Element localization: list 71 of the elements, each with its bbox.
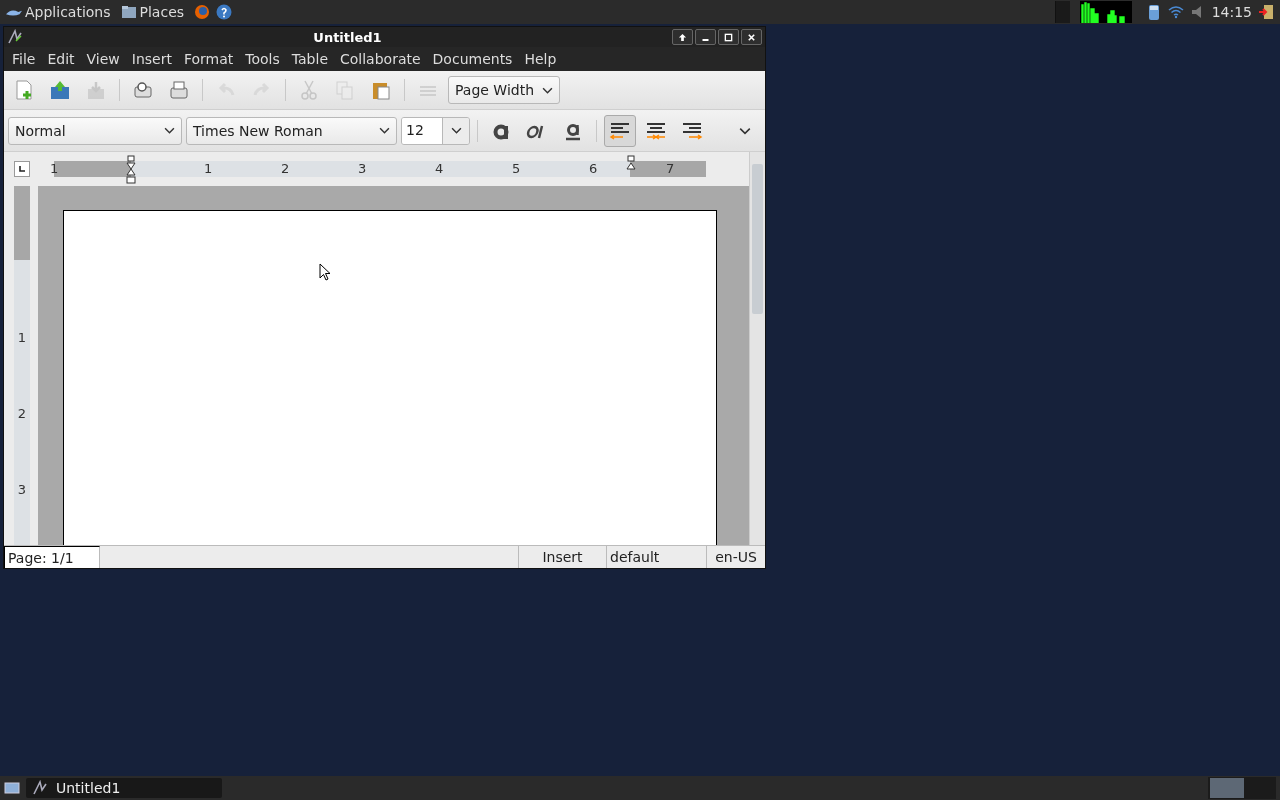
cpu-graph [1079, 1, 1132, 23]
indent-marker-icon[interactable] [126, 155, 136, 185]
menu-item[interactable]: Documents [426, 51, 519, 67]
menu-item[interactable]: Applications [6, 4, 111, 20]
app-logo-icon [32, 780, 48, 796]
workspace-pager[interactable] [1208, 777, 1276, 799]
ruler-number: 2 [17, 406, 27, 422]
font-dropdown[interactable]: Times New Roman [186, 116, 397, 145]
ruler-number: 1 [50, 161, 60, 177]
wifi-icon [1167, 4, 1184, 20]
language: en-US [714, 548, 758, 567]
ruler-number: 4 [435, 161, 445, 177]
window-title: Untitled1 [312, 29, 383, 45]
overflow-caret-icon[interactable] [739, 126, 751, 135]
maximize-button[interactable] [718, 29, 739, 45]
menu-item[interactable]: Collaborate [334, 51, 427, 67]
ruler-number: 1 [204, 161, 214, 177]
new-document-icon [13, 79, 35, 101]
clock: 14:15 [1211, 4, 1252, 20]
menu-item[interactable]: Help [518, 51, 563, 67]
menu-item[interactable]: View [80, 51, 126, 67]
menu-item[interactable]: Insert [125, 51, 178, 67]
ruler-number: 7 [666, 161, 676, 177]
menu-item[interactable]: File [6, 51, 42, 67]
caret-icon [164, 127, 175, 134]
raise-button[interactable] [672, 29, 693, 45]
browser-icon[interactable] [194, 4, 211, 20]
align-left-button[interactable] [604, 114, 636, 147]
menu-item[interactable]: Edit [41, 51, 81, 67]
ruler-number: 6 [589, 161, 599, 177]
up-arrow-icon [678, 32, 687, 42]
minimize-button[interactable] [695, 29, 716, 45]
download-icon [85, 79, 107, 101]
caret-icon [379, 127, 390, 134]
close-button[interactable] [741, 29, 762, 45]
show-desktop-icon[interactable] [4, 780, 20, 796]
printer-icon [168, 79, 190, 101]
print-preview-icon [132, 79, 154, 101]
workspace-switcher[interactable] [1054, 1, 1070, 23]
ruler-number: 3 [17, 482, 27, 498]
paragraph-style: default [607, 546, 707, 568]
close-icon [747, 32, 756, 42]
folder-icon [120, 4, 137, 20]
font-size-field[interactable]: 12 [401, 116, 470, 145]
folder-upload-icon [49, 79, 71, 101]
ruler-number: 2 [281, 161, 291, 177]
copy-icon [334, 79, 356, 101]
maximize-icon [724, 32, 733, 42]
ruler-number: 1 [17, 330, 27, 346]
menu-item[interactable]: Table [285, 51, 334, 67]
tab-stop-selector[interactable] [14, 161, 30, 177]
app-logo-icon [7, 29, 23, 45]
help-icon[interactable] [216, 4, 233, 20]
minimize-icon [702, 39, 709, 41]
ruler-number: 3 [358, 161, 368, 177]
caret-icon [450, 127, 462, 134]
ruler-number: 5 [512, 161, 522, 177]
page-count: Page: 1/1 [4, 546, 100, 568]
taskbar-button[interactable]: Untitled1 [26, 778, 222, 798]
style-dropdown[interactable]: Normal [8, 116, 182, 145]
mouse-pointer-icon [319, 263, 331, 281]
menu-item[interactable]: Format [177, 51, 240, 67]
zoom-dropdown[interactable]: Page Width [448, 76, 560, 104]
menu-item[interactable]: Places [120, 4, 185, 20]
caret-icon [542, 86, 553, 94]
left-tab-icon [18, 165, 26, 173]
scissors-icon [298, 79, 320, 101]
insert-mode: Insert [519, 546, 607, 568]
vertical-scrollbar[interactable] [749, 152, 765, 545]
logout-icon[interactable] [1258, 4, 1274, 20]
menu-item[interactable]: Tools [239, 51, 286, 67]
